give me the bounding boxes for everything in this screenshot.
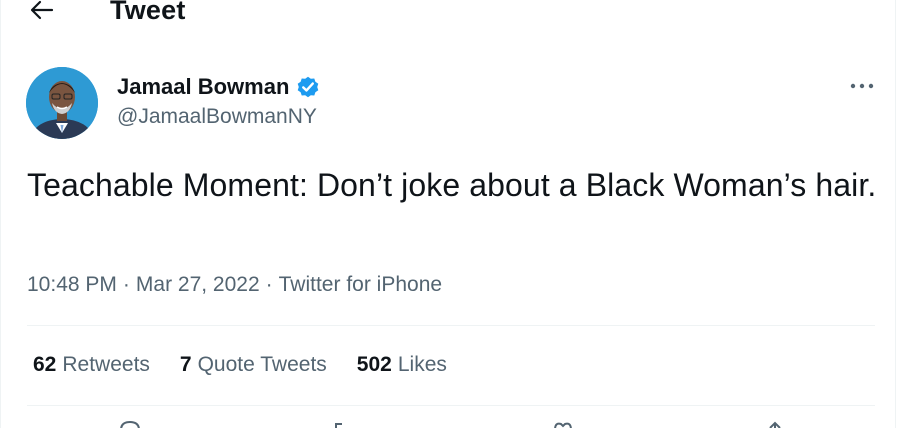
reply-icon bbox=[120, 420, 140, 428]
quote-tweets-label: Quote Tweets bbox=[197, 353, 327, 376]
page-title: Tweet bbox=[110, 0, 186, 25]
divider bbox=[27, 325, 875, 326]
avatar-image bbox=[26, 67, 98, 139]
quote-tweets-count: 7 bbox=[179, 353, 192, 376]
reply-button[interactable] bbox=[115, 418, 145, 428]
tweet-page: Tweet Jamaal Bowman @JamaalBowmanNY Teac… bbox=[0, 0, 900, 428]
arrow-left-icon bbox=[30, 0, 54, 20]
retweets-label: Retweets bbox=[62, 353, 150, 376]
author-name-row[interactable]: Jamaal Bowman bbox=[117, 72, 321, 102]
quote-tweets-stat[interactable]: 7 Quote Tweets bbox=[180, 350, 327, 380]
verified-badge-icon bbox=[295, 74, 321, 100]
left-border bbox=[0, 0, 1, 428]
tweet-meta: 10:48 PM · Mar 27, 2022 · Twitter for iPhone bbox=[27, 270, 442, 300]
meta-separator: · bbox=[122, 273, 130, 296]
tweet-time[interactable]: 10:48 PM bbox=[27, 273, 117, 296]
avatar[interactable] bbox=[26, 67, 98, 139]
divider bbox=[27, 405, 875, 406]
like-icon bbox=[554, 422, 572, 428]
retweet-icon bbox=[335, 423, 342, 428]
likes-label: Likes bbox=[397, 353, 447, 376]
likes-count: 502 bbox=[356, 353, 392, 376]
more-icon bbox=[850, 83, 874, 89]
share-icon bbox=[769, 421, 781, 428]
back-button[interactable] bbox=[28, 0, 56, 24]
more-options-button[interactable] bbox=[844, 74, 880, 98]
tweet-date[interactable]: Mar 27, 2022 bbox=[136, 273, 260, 296]
like-button[interactable] bbox=[548, 418, 578, 428]
retweets-count: 62 bbox=[33, 353, 57, 376]
meta-separator: · bbox=[265, 273, 273, 296]
tweet-stats: 62 Retweets 7 Quote Tweets 502 Likes bbox=[33, 350, 447, 380]
right-border bbox=[895, 0, 896, 428]
retweets-stat[interactable]: 62 Retweets bbox=[33, 350, 150, 380]
author-handle[interactable]: @JamaalBowmanNY bbox=[117, 103, 317, 131]
share-button[interactable] bbox=[760, 418, 790, 428]
tweet-source-link[interactable]: Twitter for iPhone bbox=[279, 273, 442, 296]
retweet-button[interactable] bbox=[330, 418, 360, 428]
tweet-text: Teachable Moment: Don’t joke about a Bla… bbox=[27, 167, 877, 203]
author-name[interactable]: Jamaal Bowman bbox=[117, 72, 289, 102]
likes-stat[interactable]: 502 Likes bbox=[357, 350, 447, 380]
